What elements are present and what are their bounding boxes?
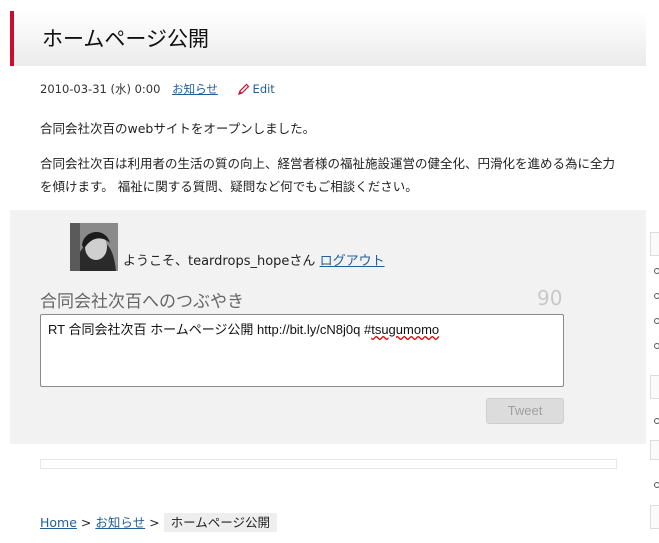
breadcrumb-current: ホームページ公開 (163, 513, 277, 532)
tweet-text: RT 合同会社次百 ホームページ公開 http://bit.ly/cN8j0q … (48, 322, 372, 337)
breadcrumb: Home > お知らせ > ホームページ公開 (40, 512, 277, 532)
sidebar-bullet-icon (654, 482, 659, 488)
tweet-textarea[interactable]: RT 合同会社次百 ホームページ公開 http://bit.ly/cN8j0q … (40, 314, 564, 387)
breadcrumb-separator: > (149, 515, 160, 530)
tweet-text-misspelled: tsugumomo (371, 322, 440, 337)
category-link[interactable]: お知らせ (172, 82, 218, 96)
post-title-bar: ホームページ公開 (10, 11, 646, 66)
edit-link[interactable]: Edit (237, 82, 275, 98)
sidebar-edge-tab (650, 440, 659, 460)
post-paragraph-2: 合同会社次百は利用者の生活の質の向上、経営者様の福祉施設運営の健全化、円滑化を進… (40, 156, 616, 194)
welcome-label: ようこそ、teardrops_hopeさん (123, 254, 316, 269)
breadcrumb-separator: > (80, 515, 92, 530)
remaining-count: 90 (537, 286, 563, 310)
sidebar-bullet-icon (654, 343, 659, 349)
post-paragraph-1: 合同会社次百のwebサイトをオープンしました。 (40, 121, 316, 136)
sidebar-bullet-icon (654, 318, 659, 324)
post-date: 2010-03-31 (水) 0:00 (40, 82, 161, 96)
edit-label: Edit (252, 82, 275, 96)
post-title: ホームページ公開 (42, 27, 209, 51)
sidebar-bullet-icon (654, 418, 659, 424)
tweet-button[interactable]: Tweet (486, 398, 564, 424)
sidebar-edge-tab (650, 375, 659, 399)
tweet-heading: 合同会社次百へのつぶやき (40, 292, 244, 312)
avatar (70, 223, 118, 271)
sidebar-edge-tab (650, 232, 659, 256)
logout-link[interactable]: ログアウト (320, 254, 385, 269)
welcome-text: ようこそ、teardrops_hopeさん ログアウト (123, 250, 385, 269)
tweet-widget: ようこそ、teardrops_hopeさん ログアウト 合同会社次百へのつぶやき… (10, 210, 646, 444)
breadcrumb-category[interactable]: お知らせ (95, 515, 145, 530)
post-meta: 2010-03-31 (水) 0:00 お知らせ Edit (40, 81, 275, 98)
content-divider (40, 459, 617, 469)
breadcrumb-home[interactable]: Home (40, 515, 77, 530)
sidebar-bullet-icon (654, 268, 659, 274)
sidebar-bullet-icon (654, 293, 659, 299)
pencil-icon (237, 83, 250, 98)
sidebar-edge-tab (650, 505, 659, 529)
